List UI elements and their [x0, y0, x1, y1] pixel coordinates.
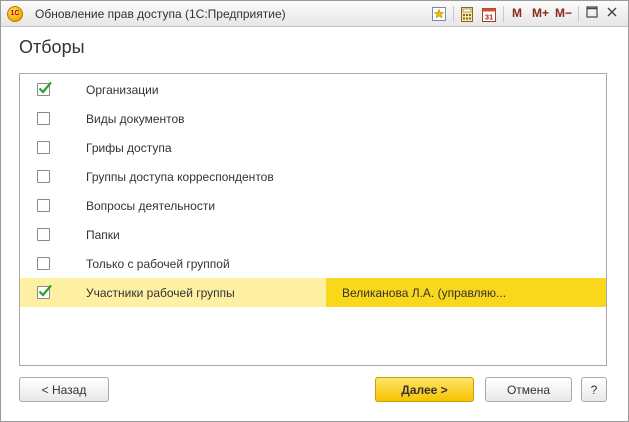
filter-label: Вопросы деятельности	[86, 199, 216, 213]
filter-row-organizations[interactable]: Организации	[20, 75, 606, 104]
filter-checkbox[interactable]	[37, 170, 50, 183]
toolbar-separator	[578, 6, 579, 22]
calculator-icon[interactable]	[459, 5, 475, 23]
filter-row-document-types[interactable]: Виды документов	[20, 104, 606, 133]
filter-label: Папки	[86, 228, 120, 242]
checkmark-icon	[38, 81, 52, 94]
filter-checkbox[interactable]	[37, 199, 50, 212]
filter-row-correspondent-groups[interactable]: Группы доступа корреспондентов	[20, 162, 606, 191]
cancel-button[interactable]: Отмена	[485, 377, 572, 402]
filters-list[interactable]: Организации Виды документов Грифы доступ…	[19, 73, 607, 366]
filter-label: Организации	[86, 83, 159, 97]
dialog-window: 1С Обновление прав доступа (1С:Предприят…	[0, 0, 629, 422]
toolbar-separator	[503, 6, 504, 22]
page-title: Отборы	[19, 37, 85, 57]
help-button[interactable]: ?	[581, 377, 607, 402]
filter-label: Участники рабочей группы	[86, 286, 235, 300]
window-title: Обновление прав доступа (1С:Предприятие)	[35, 7, 286, 21]
filter-checkbox[interactable]	[37, 228, 50, 241]
filter-row-workgroup-members[interactable]: Участники рабочей группы Великанова Л.А.…	[20, 278, 606, 307]
app-logo-icon[interactable]: 1С	[7, 6, 23, 22]
filter-row-access-stamps[interactable]: Грифы доступа	[20, 133, 606, 162]
filter-checkbox[interactable]	[37, 141, 50, 154]
memory-plus-button[interactable]: M+	[532, 6, 549, 20]
memory-minus-button[interactable]: M−	[555, 6, 572, 20]
calendar-icon[interactable]: 31	[481, 5, 497, 23]
toolbar-separator	[453, 6, 454, 22]
filter-row-activity-questions[interactable]: Вопросы деятельности	[20, 191, 606, 220]
filter-checkbox[interactable]	[37, 81, 52, 96]
filter-value-cell[interactable]: Великанова Л.А. (управляю...	[326, 278, 606, 307]
checkmark-icon	[38, 284, 52, 297]
filter-label: Только с рабочей группой	[86, 257, 230, 271]
filter-row-only-with-workgroup[interactable]: Только с рабочей группой	[20, 249, 606, 278]
title-bar[interactable]: 1С Обновление прав доступа (1С:Предприят…	[1, 1, 628, 27]
next-button[interactable]: Далее >	[375, 377, 474, 402]
maximize-icon[interactable]	[585, 6, 599, 20]
filter-value: Великанова Л.А. (управляю...	[342, 286, 507, 300]
filter-checkbox[interactable]	[37, 284, 52, 299]
filter-label: Виды документов	[86, 112, 185, 126]
svg-text:31: 31	[485, 12, 493, 21]
back-button[interactable]: < Назад	[19, 377, 109, 402]
close-icon[interactable]	[605, 6, 619, 20]
filter-checkbox[interactable]	[37, 257, 50, 270]
favorite-star-icon[interactable]	[431, 5, 447, 23]
filter-label: Группы доступа корреспондентов	[86, 170, 274, 184]
filter-label: Грифы доступа	[86, 141, 172, 155]
filter-row-folders[interactable]: Папки	[20, 220, 606, 249]
filter-checkbox[interactable]	[37, 112, 50, 125]
memory-m-button[interactable]: M	[512, 6, 522, 20]
